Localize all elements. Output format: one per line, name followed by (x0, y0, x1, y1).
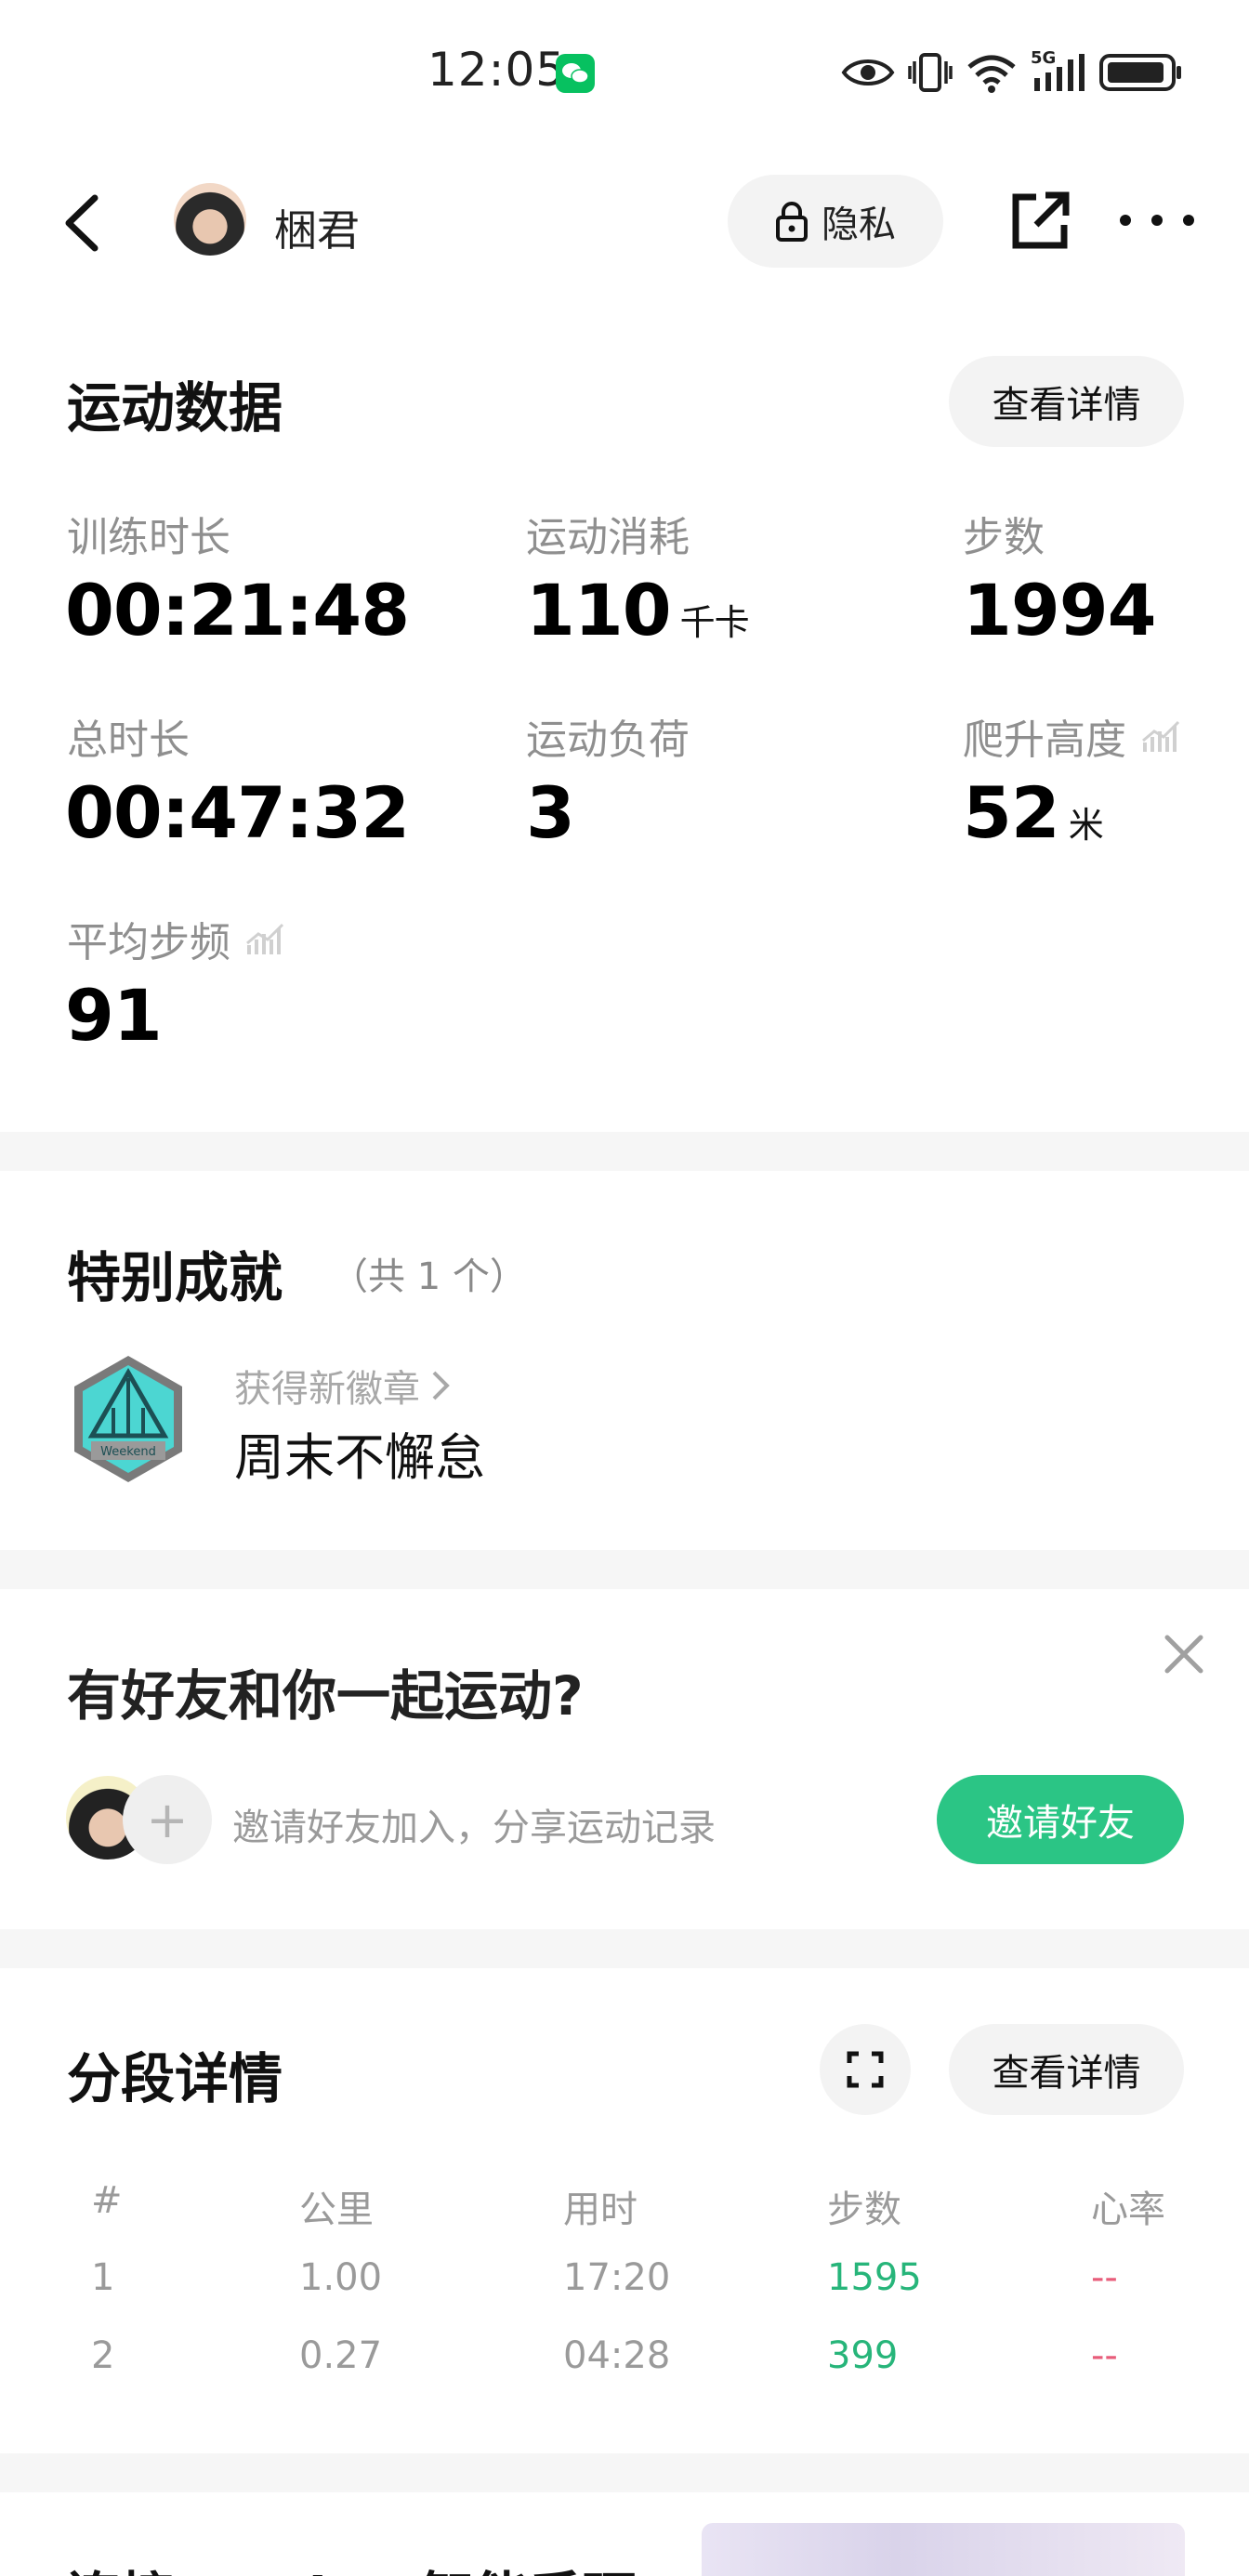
header: 梱君 隐私 (0, 167, 1249, 279)
section-divider (0, 1132, 1249, 1171)
column-header-steps: 步数 (827, 2188, 901, 2231)
bottom-card-title: 连接 Haylou 智能手环 (67, 2554, 637, 2576)
achievements-count: （共 1 个） (331, 1255, 527, 1298)
row-index: 2 (91, 2334, 115, 2377)
row-steps: 1595 (827, 2256, 922, 2299)
stat-value-total-time: 00:47:32 (65, 771, 410, 854)
column-header-km: 公里 (299, 2188, 374, 2231)
stat-label-calories: 运动消耗 (526, 504, 690, 563)
stat-label-text: 爬升高度 (963, 716, 1126, 764)
chevron-left-icon (65, 194, 99, 252)
chart-bars-icon (246, 923, 284, 954)
bottom-card-image[interactable] (702, 2523, 1185, 2576)
section-divider (0, 2453, 1249, 2492)
row-time: 17:20 (563, 2256, 671, 2299)
stat-value-text: 52 (963, 771, 1060, 854)
stat-value-text: 00:21:48 (65, 569, 410, 651)
stat-value-steps: 1994 (963, 569, 1157, 651)
stat-label-text: 运动负荷 (526, 716, 690, 764)
stat-label-text: 运动消耗 (526, 514, 690, 561)
external-share-icon (1012, 191, 1070, 249)
badge-name: 周末不懈怠 (234, 1428, 485, 1487)
cellular-signal-icon: 5G (1031, 48, 1086, 93)
badge-text: Weekend (100, 1445, 156, 1459)
stat-label-text: 平均步频 (67, 919, 230, 966)
share-button[interactable] (1008, 190, 1072, 253)
wifi-icon (967, 55, 1016, 93)
stat-value-load: 3 (526, 771, 575, 854)
wechat-notification-icon (556, 54, 595, 93)
column-header-index: # (91, 2179, 123, 2222)
eye-icon (841, 59, 895, 85)
stat-label-training-time: 训练时长 (67, 504, 230, 563)
avatar[interactable] (174, 183, 246, 256)
stat-label-text: 总时长 (67, 716, 190, 764)
stat-value-text: 91 (65, 974, 163, 1057)
more-options-button[interactable] (1120, 197, 1194, 243)
weekend-badge-icon[interactable]: Weekend (67, 1352, 190, 1486)
stat-label-text: 步数 (963, 514, 1045, 561)
stat-label-elevation[interactable]: 爬升高度 (963, 706, 1180, 766)
segments-title: 分段详情 (67, 2047, 283, 2110)
row-heart-rate: -- (1091, 2334, 1118, 2377)
friends-title: 有好友和你一起运动? (67, 1664, 584, 1728)
achievements-title: 特别成就 (67, 1246, 283, 1309)
section-divider (0, 1550, 1249, 1589)
row-index: 1 (91, 2256, 115, 2299)
chevron-right-icon (432, 1371, 450, 1400)
close-button[interactable] (1162, 1632, 1206, 1676)
vibrate-icon (908, 53, 953, 92)
stat-unit: 千卡 (679, 602, 750, 643)
segments-detail-button[interactable]: 查看详情 (949, 2024, 1184, 2115)
column-header-heart-rate: 心率 (1091, 2188, 1165, 2231)
back-button[interactable] (56, 191, 112, 256)
stat-value-text: 1994 (963, 569, 1157, 651)
row-time: 04:28 (563, 2334, 671, 2377)
invite-description: 邀请好友加入，分享运动记录 (232, 1807, 716, 1849)
stat-label-cadence[interactable]: 平均步频 (67, 909, 284, 968)
stat-label-steps: 步数 (963, 504, 1045, 563)
privacy-label: 隐私 (822, 204, 896, 246)
add-friend-button[interactable]: + (123, 1775, 212, 1864)
sport-data-title: 运动数据 (67, 376, 283, 440)
plus-icon: + (146, 1790, 189, 1849)
row-heart-rate: -- (1091, 2256, 1118, 2299)
status-icons: 5G (841, 46, 1183, 99)
stat-value-cadence: 91 (65, 974, 163, 1057)
stat-label-text: 训练时长 (67, 514, 230, 561)
stat-value-elevation: 52 米 (963, 771, 1104, 854)
stat-value-text: 110 (526, 569, 672, 651)
row-km: 1.00 (299, 2256, 383, 2299)
stat-value-text: 00:47:32 (65, 771, 410, 854)
battery-icon (1099, 54, 1181, 91)
stat-value-text: 3 (526, 771, 575, 854)
fullscreen-button[interactable] (820, 2024, 911, 2115)
stat-label-load: 运动负荷 (526, 706, 690, 766)
stat-label-total-time: 总时长 (67, 706, 190, 766)
username: 梱君 (274, 205, 360, 256)
row-km: 0.27 (299, 2334, 383, 2377)
new-badge-label: 获得新徽章 (234, 1368, 420, 1411)
dot-icon (1120, 215, 1131, 226)
sport-data-detail-button[interactable]: 查看详情 (949, 356, 1184, 447)
chart-bars-icon (1142, 720, 1180, 752)
privacy-button[interactable]: 隐私 (728, 175, 943, 268)
stat-value-training-time: 00:21:48 (65, 569, 410, 651)
column-header-time: 用时 (563, 2188, 638, 2231)
lock-icon (776, 202, 808, 242)
status-bar: 12:05 5G (0, 0, 1249, 149)
close-icon (1164, 1635, 1203, 1674)
stat-value-calories: 110 千卡 (526, 569, 750, 651)
status-time: 12:05 (427, 43, 567, 97)
row-steps: 399 (827, 2334, 899, 2377)
invite-friends-button[interactable]: 邀请好友 (937, 1775, 1184, 1864)
section-divider (0, 1929, 1249, 1968)
stat-unit: 米 (1068, 805, 1104, 846)
dot-icon (1183, 215, 1194, 226)
dot-icon (1151, 215, 1163, 226)
new-badge-link[interactable]: 获得新徽章 (234, 1359, 452, 1413)
expand-icon (847, 2051, 884, 2088)
